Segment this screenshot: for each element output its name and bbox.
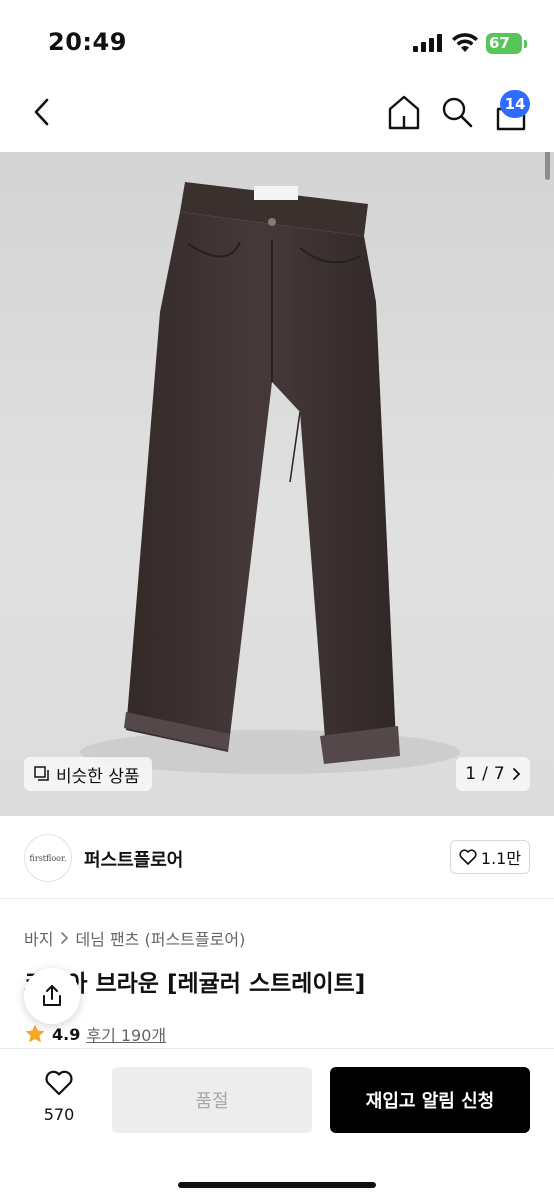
similar-products-icon [34,766,49,781]
breadcrumb-category[interactable]: 바지 [24,926,53,950]
cart-count-badge: 14 [500,90,530,118]
pager-total: 7 [493,764,505,784]
brand-like-button[interactable]: 1.1만 [450,840,530,874]
status-time: 20:49 [48,28,127,56]
image-pager[interactable]: 1 / 7 [456,757,530,791]
battery-level: 67 [489,34,510,52]
brand-row[interactable]: firstfloor. 퍼스트플로어 1.1만 [0,826,554,888]
search-button[interactable] [438,92,476,132]
chevron-right-icon [61,932,69,944]
app-header: 14 [0,86,554,152]
restock-alert-button[interactable]: 재입고 알림 신청 [330,1067,530,1133]
cellular-signal-icon [413,34,443,52]
share-button[interactable] [24,968,80,1024]
share-icon [43,985,61,1006]
soldout-button: 품절 [112,1067,312,1133]
product-image-gallery[interactable] [0,152,554,816]
star-icon [25,1024,45,1043]
brand-logo-text: firstfloor. [29,853,67,863]
battery-indicator: 67 [486,33,522,54]
product-rating: 4.9 후기 190개 [24,1022,166,1046]
bottom-action-bar: 570 품절 재입고 알림 신청 [0,1048,554,1200]
pager-current: 1 [465,764,477,784]
similar-products-label: 비슷한 상품 [56,766,140,787]
battery-cap [524,40,527,48]
back-button[interactable] [28,94,58,130]
home-indicator [178,1182,376,1188]
wishlist-button[interactable]: 570 [30,1069,88,1129]
wishlist-count: 570 [43,1105,75,1124]
product-image [80,182,460,774]
breadcrumb-subcategory[interactable]: 데님 팬츠 (퍼스트플로어) [75,926,245,950]
brand-name[interactable]: 퍼스트플로어 [84,846,183,872]
chevron-right-icon [512,768,520,780]
heart-icon [459,849,477,865]
breadcrumb: 바지 데님 팬츠 (퍼스트플로어) [24,926,245,950]
scroll-indicator [545,152,550,180]
status-bar: 20:49 67 [0,0,554,86]
home-button[interactable] [385,92,423,132]
reviews-link[interactable]: 후기 190개 [86,1022,166,1046]
pager-separator: / [482,764,488,784]
section-divider [0,898,554,899]
wifi-icon [452,33,478,52]
rating-score: 4.9 [52,1024,81,1044]
heart-icon [45,1070,73,1096]
similar-products-button[interactable]: 비슷한 상품 [24,757,152,791]
brand-logo[interactable]: firstfloor. [24,834,72,882]
brand-like-count: 1.1만 [480,849,522,868]
